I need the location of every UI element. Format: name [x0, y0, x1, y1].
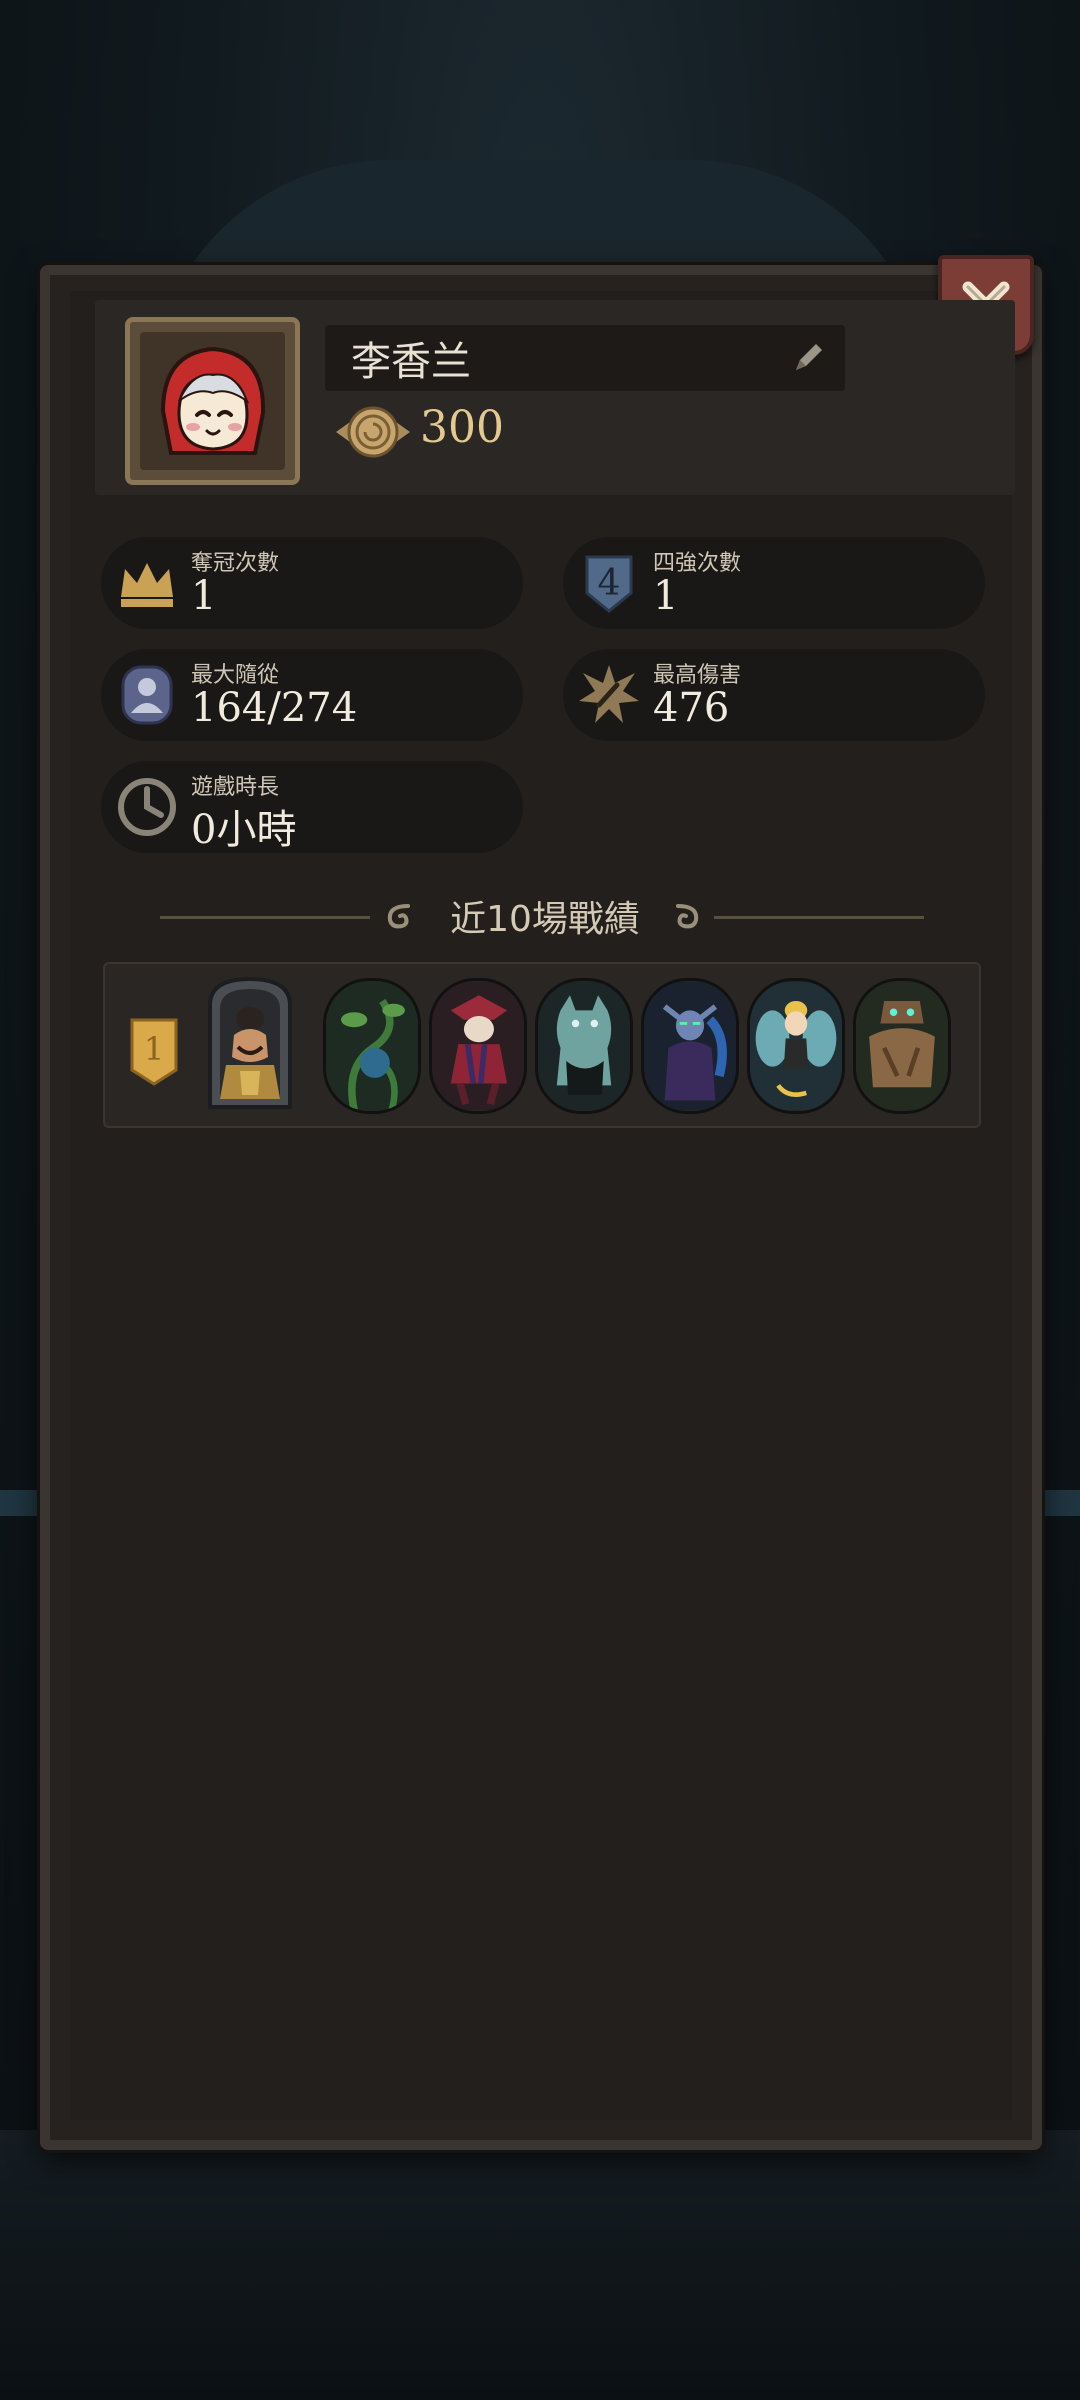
rank-badge: 1 — [130, 1018, 178, 1086]
dark-elf-icon — [644, 982, 736, 1110]
recent-matches-title: 近10場戰績 — [450, 899, 640, 940]
stat-max-followers: 最大隨從 164/274 — [101, 649, 523, 741]
clock-icon — [118, 778, 176, 836]
hero-vine-plant[interactable] — [323, 978, 421, 1114]
svg-text:4: 4 — [598, 563, 621, 604]
hero-wood-golem[interactable] — [853, 978, 951, 1114]
swirl-ornament-icon — [676, 904, 699, 929]
top-four-shield-icon: 4 — [585, 555, 633, 613]
follower-icon — [121, 665, 173, 725]
rank-value: 1 — [144, 1030, 164, 1068]
stat-value: 1 — [653, 573, 679, 619]
jester-icon — [432, 982, 524, 1110]
stat-value: 476 — [653, 685, 730, 731]
coin-icon — [336, 406, 410, 458]
background-floor — [0, 2130, 1080, 2400]
coin-count: 300 — [420, 402, 504, 453]
stat-top-four: 4 四強次數 1 — [563, 537, 985, 629]
divider-right — [714, 916, 924, 919]
wood-golem-icon — [856, 982, 948, 1110]
vine-plant-icon — [326, 982, 418, 1111]
ice-beast-icon — [538, 982, 630, 1110]
edit-name-pencil-icon[interactable] — [790, 338, 828, 376]
stat-max-damage: 最高傷害 476 — [563, 649, 985, 741]
avatar-red-hood-girl-icon — [160, 346, 265, 455]
hero-dark-elf[interactable] — [641, 978, 739, 1114]
avatar[interactable] — [125, 317, 300, 485]
player-name: 李香兰 — [351, 339, 471, 385]
stat-value: 0小時 — [191, 807, 297, 853]
hero-jester[interactable] — [429, 978, 527, 1114]
swirl-ornament-icon — [387, 904, 410, 929]
hero-portrait-sultan-icon[interactable] — [196, 975, 304, 1115]
stat-play-time: 遊戲時長 0小時 — [101, 761, 523, 853]
hero-fairy[interactable] — [747, 978, 845, 1114]
stat-championships: 奪冠次數 1 — [101, 537, 523, 629]
hero-ice-beast[interactable] — [535, 978, 633, 1114]
player-name-field[interactable]: 李香兰 — [325, 325, 845, 391]
damage-burst-icon — [579, 665, 639, 723]
divider-left — [160, 916, 370, 919]
stat-value: 1 — [191, 573, 217, 619]
stat-value: 164/274 — [191, 685, 358, 731]
fairy-icon — [750, 982, 842, 1110]
crown-icon — [121, 563, 173, 607]
